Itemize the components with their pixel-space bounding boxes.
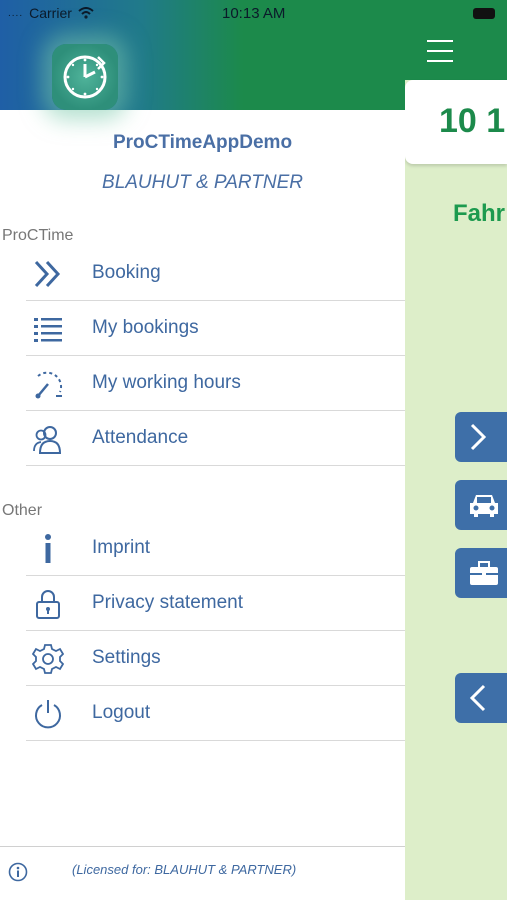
chevron-left-icon [469, 684, 486, 712]
menu-item-label: Privacy statement [92, 592, 243, 613]
briefcase-button[interactable] [455, 548, 507, 598]
main-time-text: 10 1 [439, 102, 506, 140]
car-icon [470, 495, 498, 517]
info-icon [32, 533, 64, 565]
lock-icon [32, 588, 64, 620]
menu-item-label: Logout [92, 702, 151, 723]
menu-item-label: Booking [92, 262, 161, 283]
signal-icon: .... [8, 7, 24, 19]
hamburger-menu-icon[interactable] [427, 40, 453, 62]
back-button[interactable] [455, 673, 507, 723]
menu-item-attendance[interactable]: Attendance [26, 411, 405, 466]
menu-item-my-bookings[interactable]: My bookings [26, 301, 405, 356]
briefcase-icon [470, 561, 498, 585]
menu-item-label: Imprint [92, 537, 151, 558]
menu-item-booking[interactable]: Booking [26, 246, 405, 301]
footer-divider [0, 846, 405, 847]
menu-item-label: My working hours [92, 372, 241, 393]
menu-item-settings[interactable]: Settings [26, 631, 405, 686]
clock-logo-icon [63, 55, 107, 99]
gear-icon [32, 643, 64, 675]
status-left: .... Carrier [8, 5, 94, 21]
menu-item-label: Attendance [92, 427, 189, 448]
double-chevron-right-icon [32, 258, 64, 290]
main-header [405, 0, 507, 80]
power-icon [32, 698, 64, 730]
carrier-label: Carrier [29, 5, 72, 21]
menu-item-label: My bookings [92, 317, 199, 338]
app-logo [52, 44, 118, 110]
battery-icon [473, 8, 495, 19]
menu-item-imprint[interactable]: Imprint [26, 521, 405, 576]
status-bar: .... Carrier 10:13 AM [0, 0, 405, 30]
section-label-other: Other [2, 502, 43, 519]
working-hours-icon [32, 368, 64, 400]
drawer-header: .... Carrier 10:13 AM [0, 0, 405, 110]
main-time-card: 10 1 [405, 80, 507, 164]
forward-button[interactable] [455, 412, 507, 462]
menu-item-privacy-statement[interactable]: Privacy statement [26, 576, 405, 631]
main-screen: 10 1 Fahr [405, 0, 507, 900]
list-icon [32, 313, 64, 345]
chevron-right-icon [470, 423, 487, 451]
section-label-proctime: ProCTime [2, 227, 74, 244]
menu-item-label: Settings [92, 647, 161, 668]
main-heading: Fahr [453, 200, 506, 227]
navigation-drawer: .... Carrier 10:13 AM ProCTimeAppDemo BL… [0, 0, 405, 900]
menu-item-logout[interactable]: Logout [26, 686, 405, 741]
license-text: (Licensed for: BLAUHUT & PARTNER) [72, 862, 297, 877]
app-name: ProCTimeAppDemo [112, 132, 293, 153]
people-icon [32, 423, 64, 455]
car-button[interactable] [455, 480, 507, 530]
status-time: 10:13 AM [222, 5, 286, 22]
menu-item-my-working-hours[interactable]: My working hours [26, 356, 405, 411]
company-name: BLAUHUT & PARTNER [102, 172, 303, 193]
info-circle-icon[interactable] [8, 862, 28, 882]
wifi-icon [78, 7, 94, 19]
